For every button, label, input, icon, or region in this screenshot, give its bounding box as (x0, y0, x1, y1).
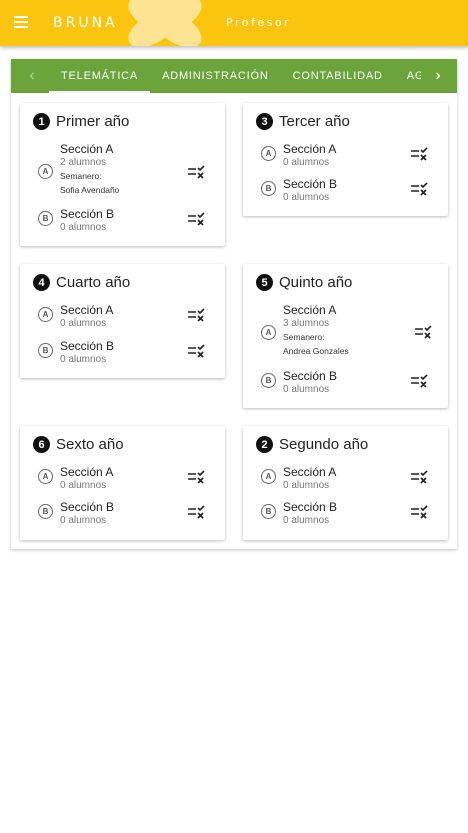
brand-logo: BRUNA (53, 15, 118, 31)
year-card: 3 Tercer año A Sección A 0 alumnos B Sec… (243, 103, 448, 216)
section-b-icon: B (261, 373, 276, 388)
section-a-icon: A (38, 469, 53, 484)
year-title: Segundo año (279, 436, 369, 453)
section-name: Sección A (60, 465, 114, 479)
section-name: Sección A (283, 303, 337, 317)
section-b-icon: B (38, 504, 53, 519)
attendance-checklist-icon[interactable] (410, 373, 428, 389)
section-a-icon: A (38, 307, 53, 322)
student-count: 0 alumnos (283, 157, 330, 168)
section-b-icon: B (261, 181, 276, 196)
student-count: 0 alumnos (60, 480, 107, 491)
student-count: 0 alumnos (60, 354, 107, 365)
weekly-student-label: Semanero: (60, 171, 102, 181)
year-title: Tercer año (279, 113, 350, 130)
year-card: 4 Cuarto año A Sección A 0 alumnos B Sec… (20, 264, 225, 378)
section-name: Sección A (283, 142, 337, 156)
flower-decoration-icon (128, 0, 202, 46)
year-number-badge: 1 (33, 113, 50, 130)
attendance-checklist-icon[interactable] (187, 307, 205, 323)
section-name: Sección A (60, 142, 114, 156)
attendance-checklist-icon[interactable] (414, 324, 432, 340)
year-card-title: 1 Primer año (33, 113, 129, 130)
tab-contabilidad[interactable]: CONTABILIDAD (281, 59, 395, 93)
year-card: 6 Sexto año A Sección A 0 alumnos B Secc… (20, 426, 225, 540)
section-a-icon: A (261, 146, 276, 161)
section-a-icon: A (261, 325, 276, 340)
year-number-badge: 4 (33, 274, 50, 291)
section-b-icon: B (38, 211, 53, 226)
section-name: Sección B (60, 339, 115, 353)
weekly-student-name: Andrea Gonzales (283, 346, 349, 356)
attendance-checklist-icon[interactable] (410, 146, 428, 162)
weekly-student-name: Sofia Avendaño (60, 185, 120, 195)
attendance-checklist-icon[interactable] (187, 469, 205, 485)
section-a-icon: A (261, 469, 276, 484)
career-tab-bar: ‹ TELEMÁTICA ADMINISTRACIÓN CONTABILIDAD… (11, 59, 457, 93)
section-b-icon: B (38, 343, 53, 358)
tab-administracion[interactable]: ADMINISTRACIÓN (150, 59, 281, 93)
year-card-title: 5 Quinto año (256, 274, 352, 291)
attendance-checklist-icon[interactable] (187, 164, 205, 180)
tabs-list: TELEMÁTICA ADMINISTRACIÓN CONTABILIDAD A… (49, 59, 445, 93)
year-card-title: 6 Sexto año (33, 436, 124, 453)
section-name: Sección B (283, 177, 338, 191)
year-title: Sexto año (56, 436, 124, 453)
year-card: 2 Segundo año A Sección A 0 alumnos B Se… (243, 426, 448, 540)
year-title: Cuarto año (56, 274, 131, 291)
user-role-label: Profesor (226, 16, 292, 29)
tab-telematica[interactable]: TELEMÁTICA (49, 59, 151, 93)
weekly-student-label: Semanero: (283, 332, 325, 342)
section-name: Sección A (283, 465, 337, 479)
section-name: Sección A (60, 303, 114, 317)
attendance-checklist-icon[interactable] (187, 343, 205, 359)
section-name: Sección B (283, 369, 338, 383)
year-number-badge: 5 (256, 274, 273, 291)
year-card: 5 Quinto año A Sección A 3 alumnos Seman… (243, 264, 448, 408)
section-name: Sección B (283, 500, 338, 514)
section-b-icon: B (261, 504, 276, 519)
attendance-checklist-icon[interactable] (410, 504, 428, 520)
year-card-title: 4 Cuarto año (33, 274, 130, 291)
attendance-checklist-icon[interactable] (187, 211, 205, 227)
year-title: Primer año (56, 113, 130, 130)
year-card-title: 2 Segundo año (256, 436, 368, 453)
year-card-title: 3 Tercer año (256, 113, 350, 130)
year-card: 1 Primer año A Sección A 2 alumnos Seman… (20, 103, 225, 246)
section-a-icon: A (38, 164, 53, 179)
student-count: 0 alumnos (283, 480, 330, 491)
year-number-badge: 3 (256, 113, 273, 130)
years-panel: 1 Primer año A Sección A 2 alumnos Seman… (11, 93, 457, 549)
student-count: 0 alumnos (60, 318, 107, 329)
section-name: Sección B (60, 500, 115, 514)
year-number-badge: 6 (33, 436, 50, 453)
student-count: 3 alumnos (283, 318, 330, 329)
student-count: 0 alumnos (283, 515, 330, 526)
student-count: 2 alumnos (60, 157, 107, 168)
student-count: 0 alumnos (60, 515, 107, 526)
attendance-checklist-icon[interactable] (410, 469, 428, 485)
attendance-checklist-icon[interactable] (187, 504, 205, 520)
attendance-checklist-icon[interactable] (410, 181, 428, 197)
year-number-badge: 2 (256, 436, 273, 453)
app-bar: BRUNA Profesor (0, 0, 468, 46)
section-name: Sección B (60, 207, 115, 221)
student-count: 0 alumnos (283, 192, 330, 203)
student-count: 0 alumnos (60, 222, 107, 233)
tabs-scroll-right-icon[interactable]: › (421, 59, 455, 93)
menu-icon[interactable] (14, 13, 34, 33)
year-title: Quinto año (279, 274, 353, 291)
student-count: 0 alumnos (283, 384, 330, 395)
tabs-scroll-left-icon[interactable]: ‹ (15, 59, 49, 93)
